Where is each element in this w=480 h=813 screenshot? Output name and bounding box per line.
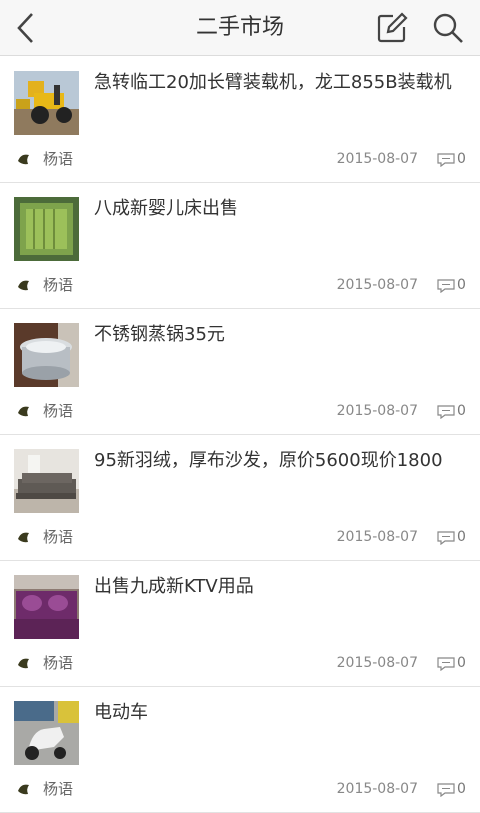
search-icon [433, 13, 463, 43]
post-date: 2015-08-07 [336, 655, 418, 671]
list-item[interactable]: 出售九成新KTV用品 杨语 2015-08-07 0 [0, 561, 480, 687]
author-name: 杨语 [43, 528, 74, 546]
comment-count: 0 [457, 529, 466, 545]
avatar [15, 402, 33, 420]
avatar [15, 276, 33, 294]
comment-icon [437, 279, 455, 293]
item-thumbnail [14, 701, 79, 765]
compose-button[interactable] [374, 10, 410, 46]
author-name: 杨语 [43, 402, 74, 420]
item-title: 95新羽绒，厚布沙发，原价5600现价1800 [94, 450, 443, 471]
list-item[interactable]: 95新羽绒，厚布沙发，原价5600现价1800 杨语 2015-08-07 0 [0, 435, 480, 561]
post-date: 2015-08-07 [336, 781, 418, 797]
comment-count: 0 [457, 277, 466, 293]
search-button[interactable] [430, 10, 468, 46]
avatar [15, 150, 33, 168]
comment-icon [437, 783, 455, 797]
item-thumbnail [14, 575, 79, 639]
item-thumbnail [14, 71, 79, 135]
item-thumbnail [14, 197, 79, 261]
back-button[interactable] [8, 8, 48, 48]
author-name: 杨语 [43, 276, 74, 294]
item-thumbnail [14, 323, 79, 387]
app-header: 二手市场 [0, 0, 480, 56]
item-title: 不锈钢蒸锅35元 [94, 324, 225, 345]
post-date: 2015-08-07 [336, 277, 418, 293]
list-item[interactable]: 八成新婴儿床出售 杨语 2015-08-07 0 [0, 183, 480, 309]
list-item[interactable]: 电动车 杨语 2015-08-07 0 [0, 687, 480, 813]
comment-icon [437, 531, 455, 545]
item-thumbnail [14, 449, 79, 513]
author-name: 杨语 [43, 150, 74, 168]
comment-icon [437, 657, 455, 671]
comment-icon [437, 405, 455, 419]
compose-icon [377, 12, 408, 43]
list-item[interactable]: 不锈钢蒸锅35元 杨语 2015-08-07 0 [0, 309, 480, 435]
item-title: 电动车 [94, 702, 148, 723]
chevron-left-icon [17, 13, 33, 43]
item-title: 急转临工20加长臂装载机，龙工855B装载机 [94, 72, 452, 93]
post-date: 2015-08-07 [336, 529, 418, 545]
avatar [15, 654, 33, 672]
avatar [15, 528, 33, 546]
avatar [15, 780, 33, 798]
comment-count: 0 [457, 151, 466, 167]
author-name: 杨语 [43, 654, 74, 672]
comment-icon [437, 153, 455, 167]
post-date: 2015-08-07 [336, 403, 418, 419]
post-list: 急转临工20加长臂装载机，龙工855B装载机 杨语 2015-08-07 0 八… [0, 57, 480, 813]
post-date: 2015-08-07 [336, 151, 418, 167]
comment-count: 0 [457, 403, 466, 419]
list-item[interactable]: 急转临工20加长臂装载机，龙工855B装载机 杨语 2015-08-07 0 [0, 57, 480, 183]
author-name: 杨语 [43, 780, 74, 798]
comment-count: 0 [457, 655, 466, 671]
item-title: 八成新婴儿床出售 [94, 198, 238, 219]
item-title: 出售九成新KTV用品 [94, 576, 254, 597]
comment-count: 0 [457, 781, 466, 797]
